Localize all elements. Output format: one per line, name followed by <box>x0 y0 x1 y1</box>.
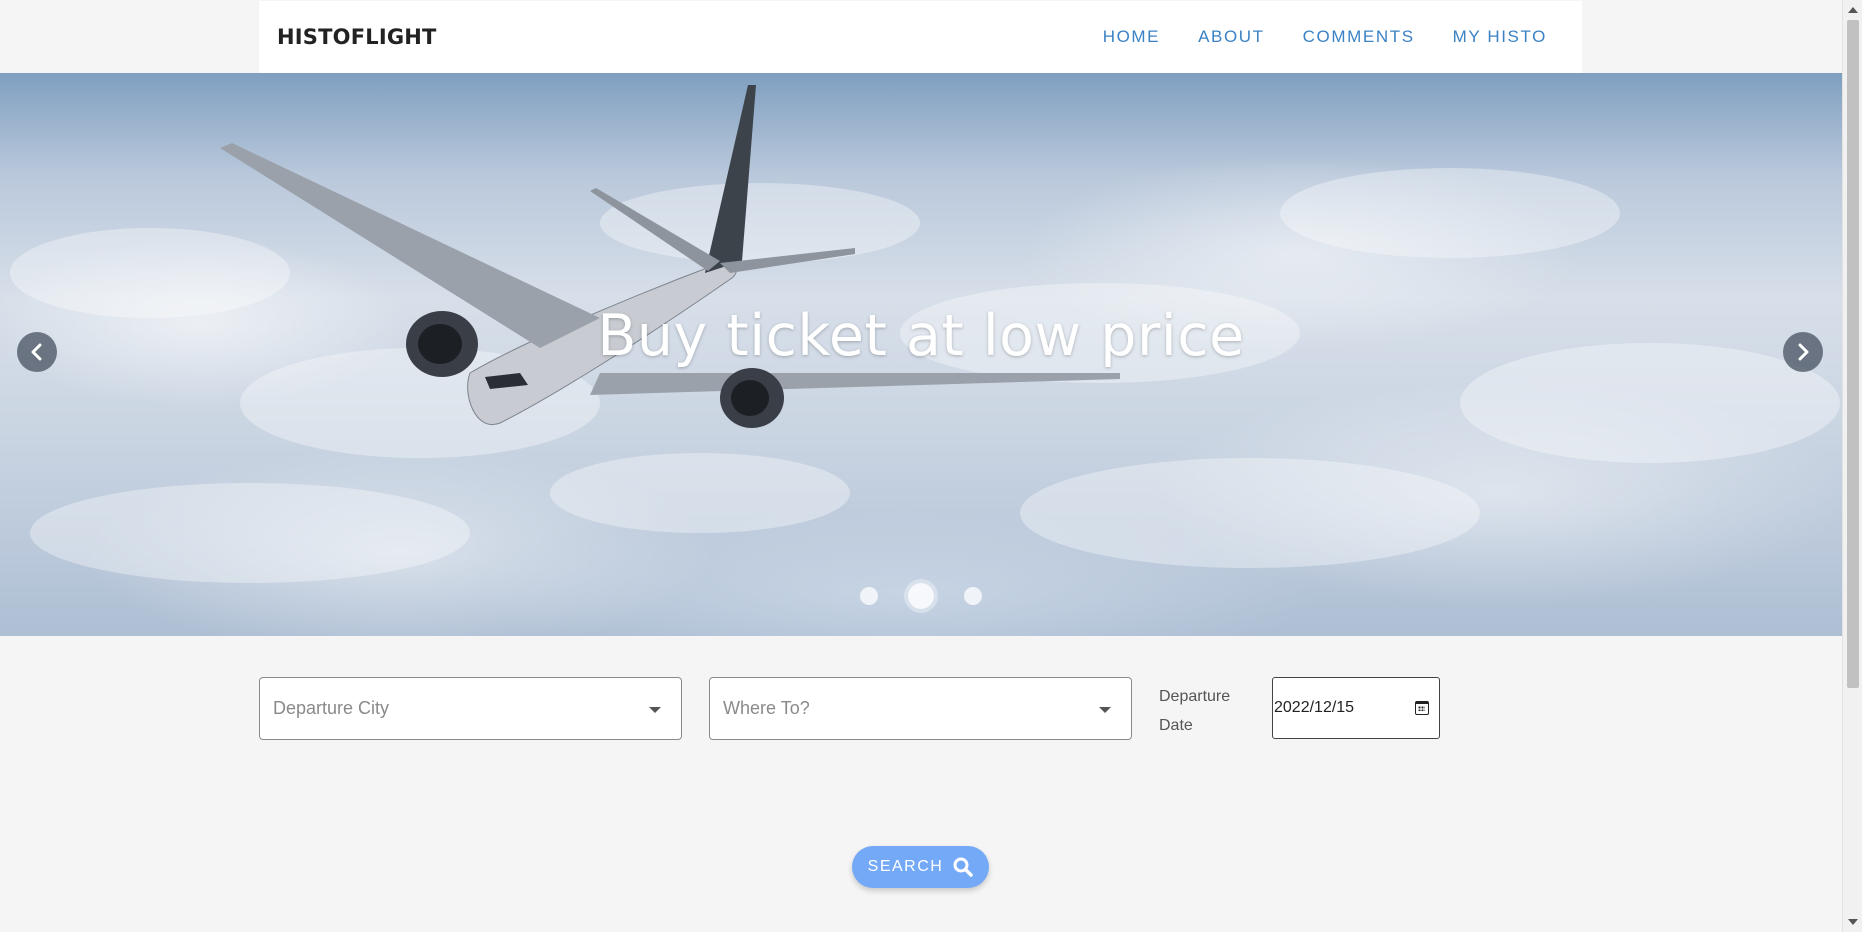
destination-placeholder: Where To? <box>723 698 810 718</box>
scroll-up-arrow-icon[interactable] <box>1848 7 1858 13</box>
carousel-prev-button[interactable] <box>17 332 57 372</box>
brand-logo[interactable]: HISTOFLIGHT <box>277 25 437 49</box>
calendar-icon[interactable] <box>1415 701 1429 715</box>
navbar: HISTOFLIGHT HOME ABOUT COMMENTS MY HISTO <box>259 1 1582 73</box>
departure-date-label: Departure Date <box>1159 688 1231 734</box>
departure-city-select[interactable]: Departure City <box>259 677 682 740</box>
carousel-indicator-3[interactable] <box>964 587 982 605</box>
chevron-left-icon <box>31 343 42 361</box>
carousel-next-button[interactable] <box>1783 332 1823 372</box>
nav-links: HOME ABOUT COMMENTS MY HISTO <box>1103 27 1547 47</box>
hero-carousel: Buy ticket at low price <box>0 73 1842 636</box>
carousel-indicator-1[interactable] <box>860 587 878 605</box>
search-button[interactable]: SEARCH <box>852 846 989 888</box>
vertical-scrollbar[interactable] <box>1842 0 1862 932</box>
nav-link-comments[interactable]: COMMENTS <box>1303 27 1415 47</box>
hero-title: Buy ticket at low price <box>597 303 1245 369</box>
carousel-indicator-2[interactable] <box>908 583 934 609</box>
destination-select[interactable]: Where To? <box>709 677 1132 740</box>
nav-link-my-histo[interactable]: MY HISTO <box>1453 27 1547 47</box>
departure-city-placeholder: Departure City <box>273 698 390 718</box>
departure-date-value: 2022/12/15 <box>1274 699 1355 716</box>
page: HISTOFLIGHT HOME ABOUT COMMENTS MY HISTO <box>0 0 1842 932</box>
scroll-thumb[interactable] <box>1847 20 1859 688</box>
carousel-indicators <box>0 583 1842 609</box>
search-icon <box>953 857 974 877</box>
nav-link-about[interactable]: ABOUT <box>1198 27 1265 47</box>
scroll-down-arrow-icon[interactable] <box>1848 919 1858 925</box>
departure-date-input[interactable]: 2022/12/15 <box>1272 677 1440 739</box>
nav-link-home[interactable]: HOME <box>1103 27 1160 47</box>
search-button-label: SEARCH <box>867 858 944 875</box>
caret-down-icon <box>649 707 661 713</box>
chevron-right-icon <box>1798 343 1809 361</box>
caret-down-icon <box>1099 707 1111 713</box>
